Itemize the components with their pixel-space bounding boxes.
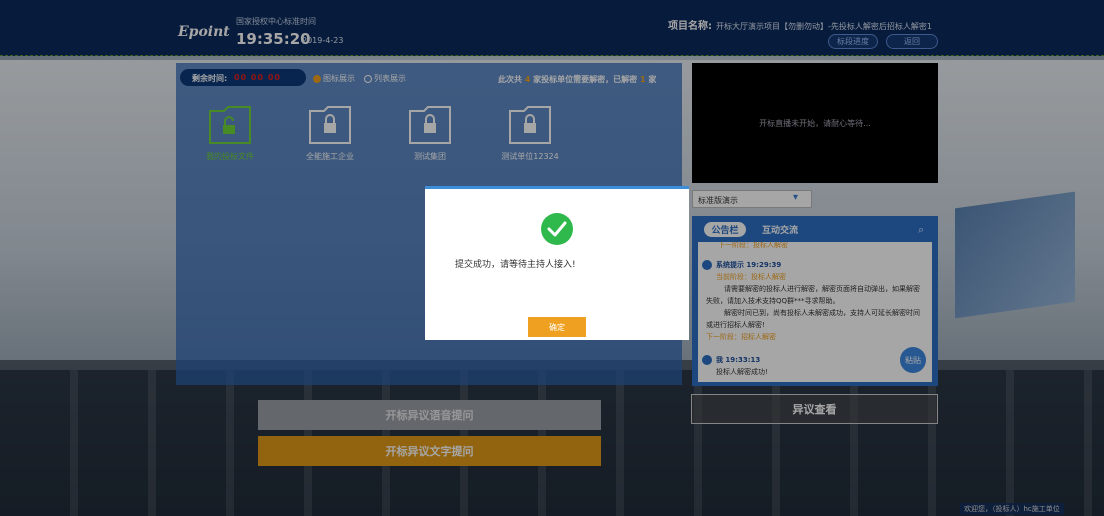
success-dialog: 提交成功，请等待主持人接入! 确定	[425, 186, 689, 340]
ok-button[interactable]: 确定	[528, 317, 586, 337]
success-check-icon	[541, 213, 573, 245]
dialog-message: 提交成功，请等待主持人接入!	[455, 260, 576, 270]
